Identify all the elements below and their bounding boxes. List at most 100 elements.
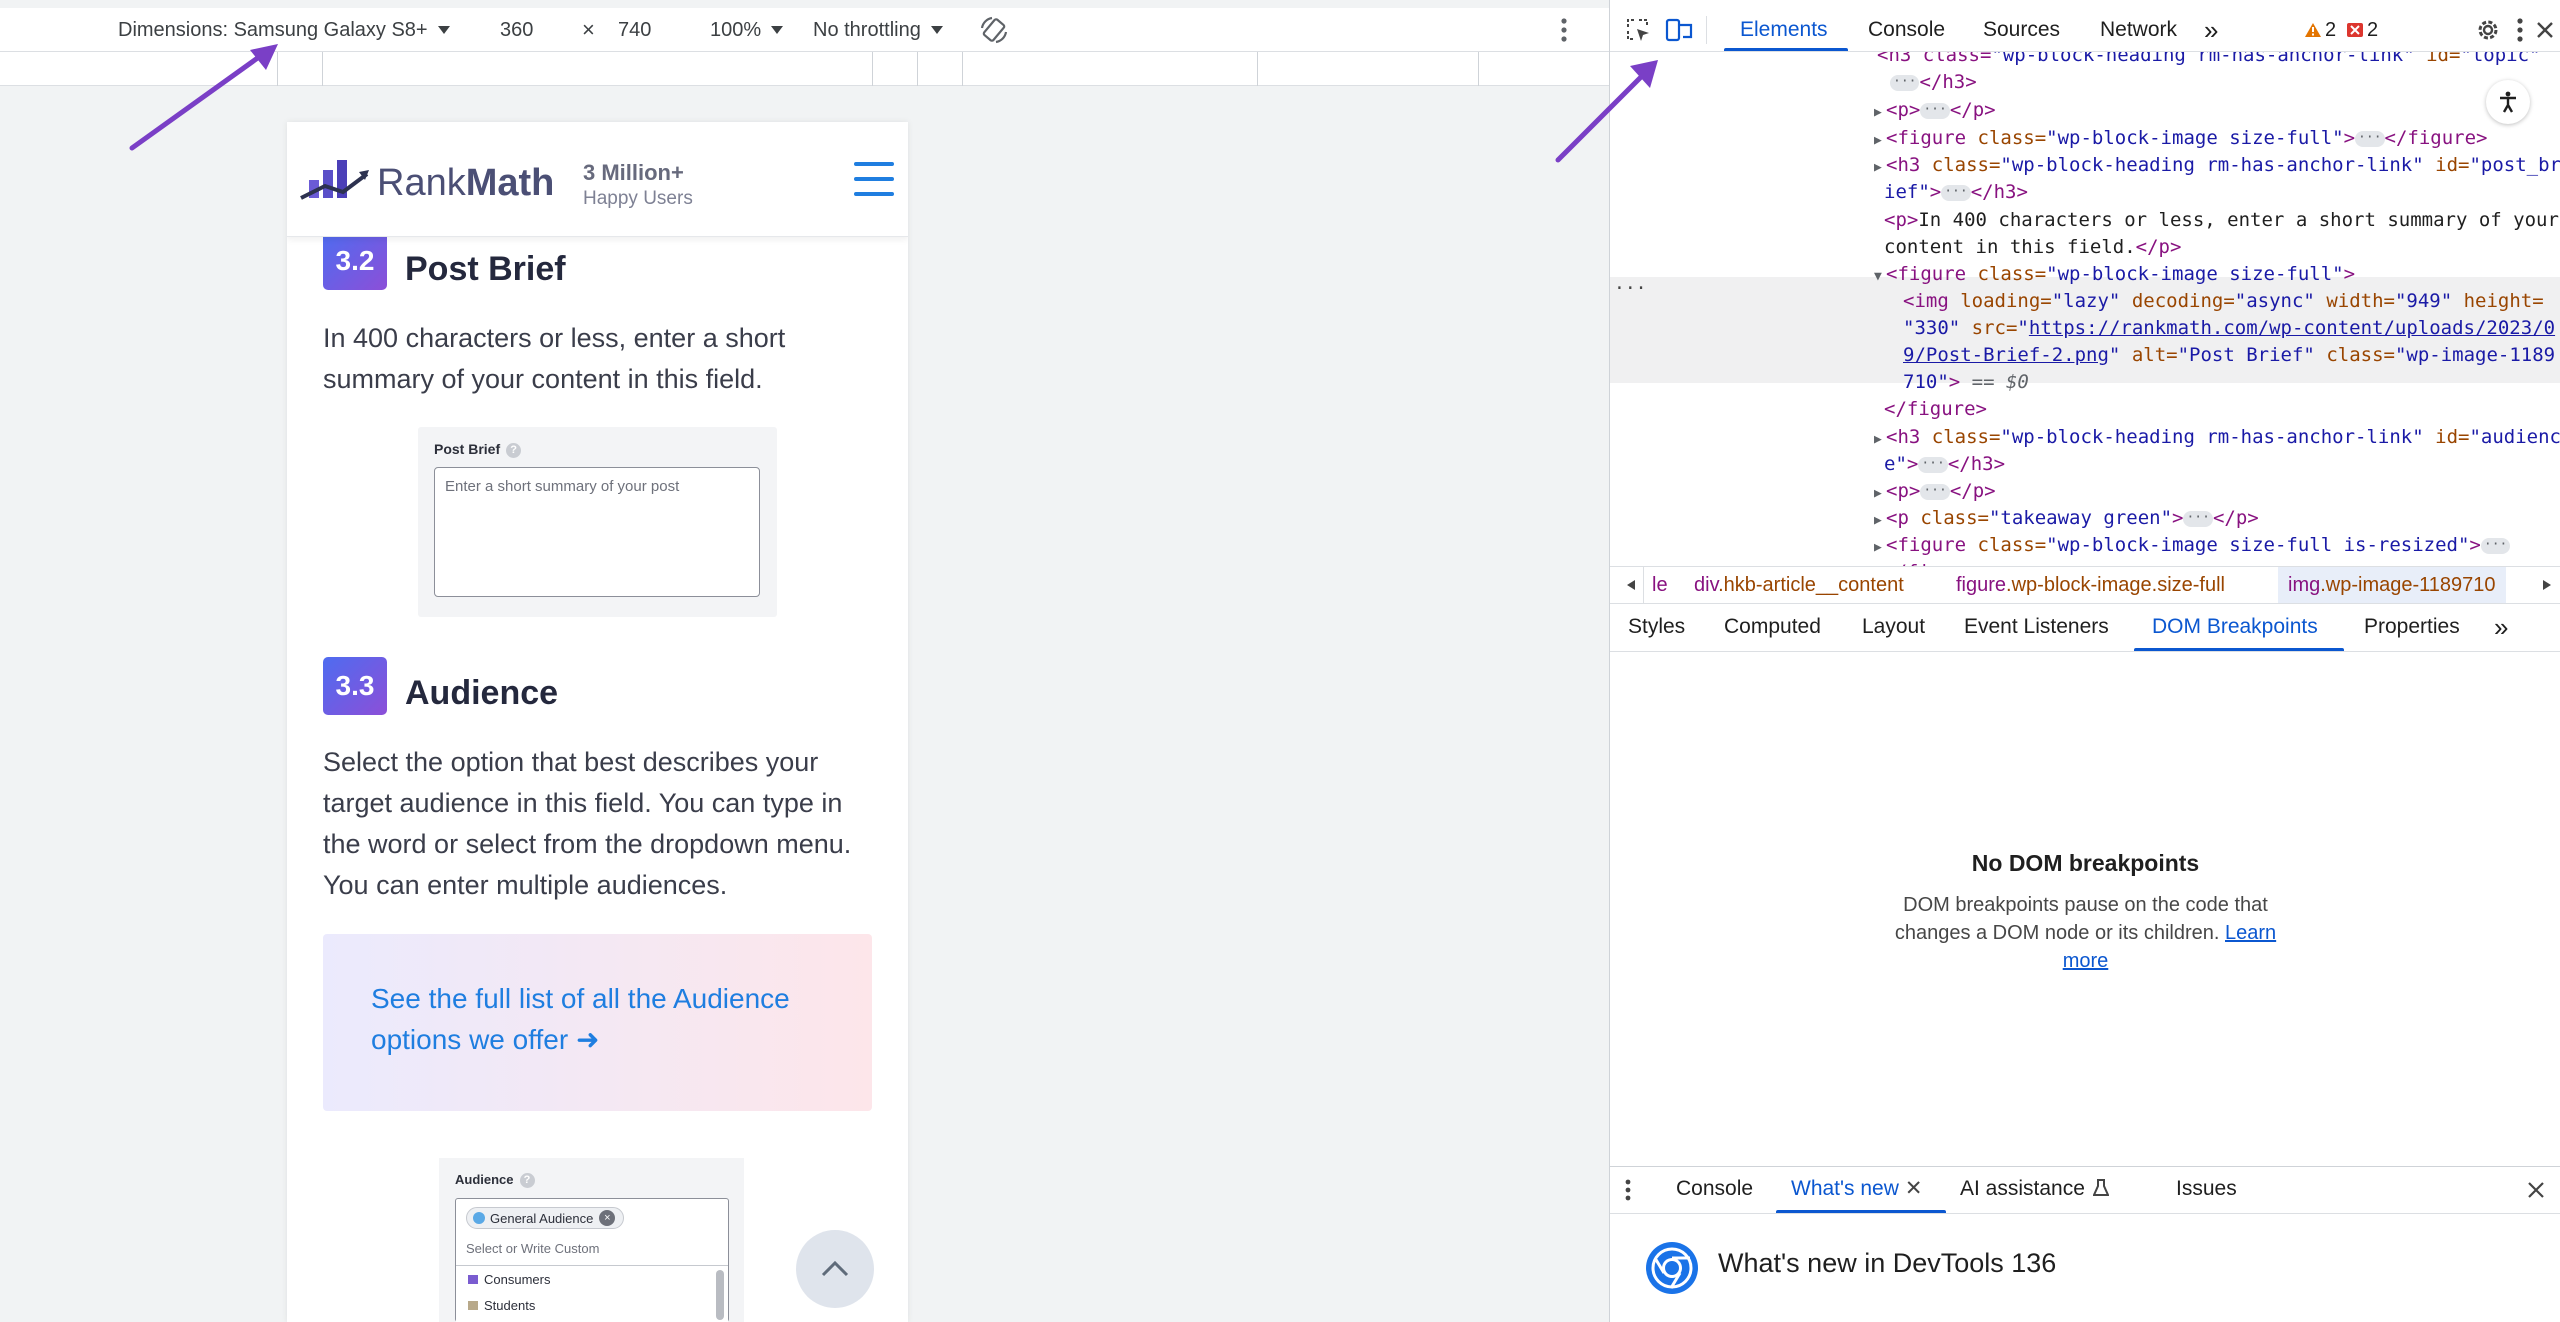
dom-node-line[interactable]: ▶ <h3 class="wp-block-heading rm-has-anch… <box>1610 424 2560 451</box>
drawer-tab-console[interactable]: Console <box>1676 1167 1753 1211</box>
site-logo-text[interactable]: RankMath <box>377 162 554 205</box>
help-icon: ? <box>506 442 522 458</box>
inspect-element-icon[interactable] <box>1622 14 1654 46</box>
breadcrumb-scroll-left-icon[interactable] <box>1618 567 1644 603</box>
audience-placeholder: Select or Write Custom <box>466 1241 600 1256</box>
close-drawer-icon[interactable] <box>2524 1177 2548 1203</box>
dom-node-line[interactable]: <h3 class="wp-block-heading rm-has-ancho… <box>1610 52 2560 69</box>
dom-node-line[interactable]: ▶ <figure class="wp-block-image size-full… <box>1610 532 2560 559</box>
close-tab-icon[interactable]: ✕ <box>1905 1177 1923 1200</box>
ruler-segment[interactable] <box>917 52 918 86</box>
tab-sources[interactable]: Sources <box>1983 8 2060 52</box>
breadcrumb-item[interactable]: div.hkb-article__content <box>1694 567 1904 603</box>
empty-state-description: DOM breakpoints pause on the code that c… <box>1894 894 2277 972</box>
tab-computed[interactable]: Computed <box>1724 605 1821 649</box>
dom-node-line[interactable]: ief"> ··· </h3> <box>1610 179 2560 206</box>
close-icon[interactable] <box>2532 14 2558 46</box>
close-icon: × <box>599 1210 616 1226</box>
dom-node-line[interactable]: ▼ <figure class="wp-block-image size-full… <box>1610 261 2560 288</box>
device-toggle-icon[interactable] <box>1662 14 1696 46</box>
throttling-select[interactable]: No throttling <box>813 8 943 52</box>
audience-options-callout: See the full list of all the Audience op… <box>323 934 872 1111</box>
shot-label: Post Brief? <box>434 441 522 458</box>
dom-breakpoints-empty-state: No DOM breakpoints DOM breakpoints pause… <box>1610 850 2560 975</box>
dom-node-line[interactable]: ▶ <p> ··· </p> <box>1610 97 2560 124</box>
gear-icon[interactable] <box>2472 14 2504 46</box>
warnings-count: 2 <box>2325 18 2337 41</box>
rankmath-logo-icon[interactable] <box>299 156 371 206</box>
ruler-segment[interactable] <box>962 52 963 86</box>
device-height-input[interactable]: 740 <box>618 8 651 52</box>
drawer-menu-icon[interactable] <box>1620 1175 1636 1205</box>
dom-node-line[interactable]: </figure> <box>1610 396 2560 423</box>
section-text-audience: Select the option that best describes yo… <box>323 747 852 900</box>
drawer-tab-issues[interactable]: Issues <box>2176 1167 2237 1211</box>
accessibility-icon[interactable] <box>2486 80 2530 124</box>
tab-properties[interactable]: Properties <box>2364 605 2460 649</box>
more-subtabs-icon[interactable]: » <box>2494 605 2508 649</box>
section-number-badge: 3.3 <box>323 657 387 715</box>
active-tab-indicator <box>1724 48 1848 51</box>
tab-styles[interactable]: Styles <box>1628 605 1685 649</box>
chevron-down-icon <box>930 26 943 34</box>
errors-counter[interactable]: 2 <box>2346 16 2378 44</box>
whats-new-title: What's new in DevTools 136 <box>1718 1248 2057 1278</box>
hamburger-menu-icon[interactable] <box>854 162 894 196</box>
tab-network[interactable]: Network <box>2100 8 2177 52</box>
zoom-select[interactable]: 100% <box>710 8 784 52</box>
section-number-badge: 3.2 <box>323 232 387 290</box>
audience-dropdown: Consumers Students <box>456 1265 728 1322</box>
dom-node-line[interactable]: <img loading="lazy" decoding="async" wid… <box>1610 288 2560 315</box>
dom-node-line[interactable]: ▶ <p> ··· </p> <box>1610 478 2560 505</box>
globe-icon <box>473 1212 485 1224</box>
ruler-segment[interactable] <box>872 52 873 86</box>
scroll-to-top-button[interactable] <box>796 1230 874 1308</box>
audience-chip: General Audience × <box>466 1207 625 1229</box>
tab-dom-breakpoints[interactable]: DOM Breakpoints <box>2152 605 2318 649</box>
shot-label: Audience? <box>455 1172 535 1189</box>
dom-tree[interactable]: ··· <h3 class="wp-block-heading rm-has-a… <box>1610 52 2560 566</box>
audience-option: Consumers <box>468 1272 550 1287</box>
dom-node-line[interactable]: ▶ <h3 class="wp-block-heading rm-has-anch… <box>1610 152 2560 179</box>
more-options-icon[interactable] <box>1560 8 1568 52</box>
section-title-post-brief: Post Brief <box>405 250 566 288</box>
warnings-counter[interactable]: 2 <box>2304 16 2336 44</box>
toolbar-divider <box>1706 16 1707 44</box>
breadcrumb-scroll-right-icon[interactable] <box>2534 567 2560 603</box>
tab-layout[interactable]: Layout <box>1862 605 1925 649</box>
rotate-icon[interactable] <box>978 8 1010 52</box>
logo-text-light: Rank <box>377 162 466 204</box>
ruler-segment[interactable] <box>1478 52 1479 86</box>
drawer-tab-whats-new[interactable]: What's new ✕ <box>1791 1167 1923 1211</box>
dom-node-line[interactable]: ··· </h3> <box>1610 69 2560 96</box>
dom-node-line[interactable]: 9/Post-Brief-2.png" alt="Post Brief" cla… <box>1610 342 2560 369</box>
more-tabs-icon[interactable]: » <box>2204 8 2218 52</box>
tab-event-listeners[interactable]: Event Listeners <box>1964 605 2109 649</box>
devtools-panel: Elements Console Sources Network » 2 2 ·… <box>1555 0 2560 1322</box>
dom-node-line[interactable]: </figure> <box>1610 559 2560 566</box>
audience-select-image: General Audience × Select or Write Custom… <box>455 1198 729 1322</box>
ruler-segment[interactable] <box>1257 52 1258 86</box>
post-brief-textarea-image: Enter a short summary of your post <box>434 467 760 597</box>
active-tab-indicator <box>1776 1210 1946 1213</box>
tab-console[interactable]: Console <box>1868 8 1945 52</box>
tab-elements[interactable]: Elements <box>1740 8 1828 52</box>
device-width-input[interactable]: 360 <box>500 8 533 52</box>
breadcrumb-item[interactable]: le <box>1652 567 1668 603</box>
ruler-segment[interactable] <box>322 52 323 86</box>
dom-node-line[interactable]: ▶ <figure class="wp-block-image size-full… <box>1610 125 2560 152</box>
drawer-tab-ai-assistance[interactable]: AI assistance <box>1960 1167 2110 1211</box>
more-options-icon[interactable] <box>2510 14 2530 46</box>
breadcrumb-item[interactable]: figure.wp-block-image.size-full <box>1956 567 2225 603</box>
dom-node-line[interactable]: content in this field.</p> <box>1610 234 2560 261</box>
dom-node-line[interactable]: ▶ <p class="takeaway green"> ··· </p> <box>1610 505 2560 532</box>
dom-node-line[interactable]: "330" src="https://rankmath.com/wp-conte… <box>1610 315 2560 342</box>
zoom-label: 100% <box>710 18 762 41</box>
dom-node-line[interactable]: e"> ··· </h3> <box>1610 451 2560 478</box>
breadcrumb-item-selected[interactable]: img.wp-image-1189710 <box>2278 567 2506 603</box>
empty-state-title: No DOM breakpoints <box>1971 850 2200 876</box>
dom-node-line[interactable]: 710"> == $0 <box>1610 369 2560 396</box>
dom-node-line[interactable]: <p>In 400 characters or less, enter a sh… <box>1610 207 2560 234</box>
audience-options-link[interactable]: See the full list of all the Audience op… <box>371 978 831 1060</box>
breadcrumb: le div.hkb-article__content figure.wp-bl… <box>1610 566 2560 604</box>
